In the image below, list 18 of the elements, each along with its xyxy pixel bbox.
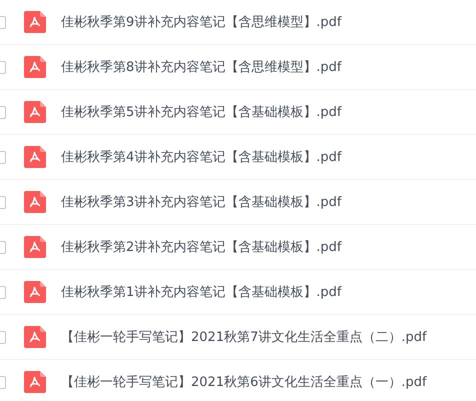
pdf-file-icon (24, 146, 46, 168)
file-name[interactable]: 佳彬秋季第5讲补充内容笔记【含基础模板】.pdf (61, 103, 342, 121)
file-name[interactable]: 佳彬秋季第3讲补充内容笔记【含基础模板】.pdf (61, 193, 342, 211)
file-name[interactable]: 佳彬秋季第8讲补充内容笔记【含思维模型】.pdf (61, 58, 342, 76)
pdf-file-icon (24, 371, 46, 393)
pdf-file-icon (24, 281, 46, 303)
file-name[interactable]: 【佳彬一轮手写笔记】2021秋第7讲文化生活全重点（二）.pdf (61, 328, 427, 346)
pdf-file-icon (24, 236, 46, 258)
file-name[interactable]: 佳彬秋季第9讲补充内容笔记【含思维模型】.pdf (61, 13, 342, 31)
pdf-file-icon (24, 101, 46, 123)
pdf-file-icon (24, 11, 46, 33)
file-name[interactable]: 【佳彬一轮手写笔记】2021秋第6讲文化生活全重点（一）.pdf (61, 373, 427, 391)
pdf-file-icon (24, 56, 46, 78)
file-name[interactable]: 佳彬秋季第1讲补充内容笔记【含基础模板】.pdf (61, 283, 342, 301)
file-name[interactable]: 佳彬秋季第4讲补充内容笔记【含基础模板】.pdf (61, 148, 342, 166)
pdf-file-icon (24, 191, 46, 213)
pdf-file-icon (24, 326, 46, 348)
file-name[interactable]: 佳彬秋季第2讲补充内容笔记【含基础模板】.pdf (61, 238, 342, 256)
